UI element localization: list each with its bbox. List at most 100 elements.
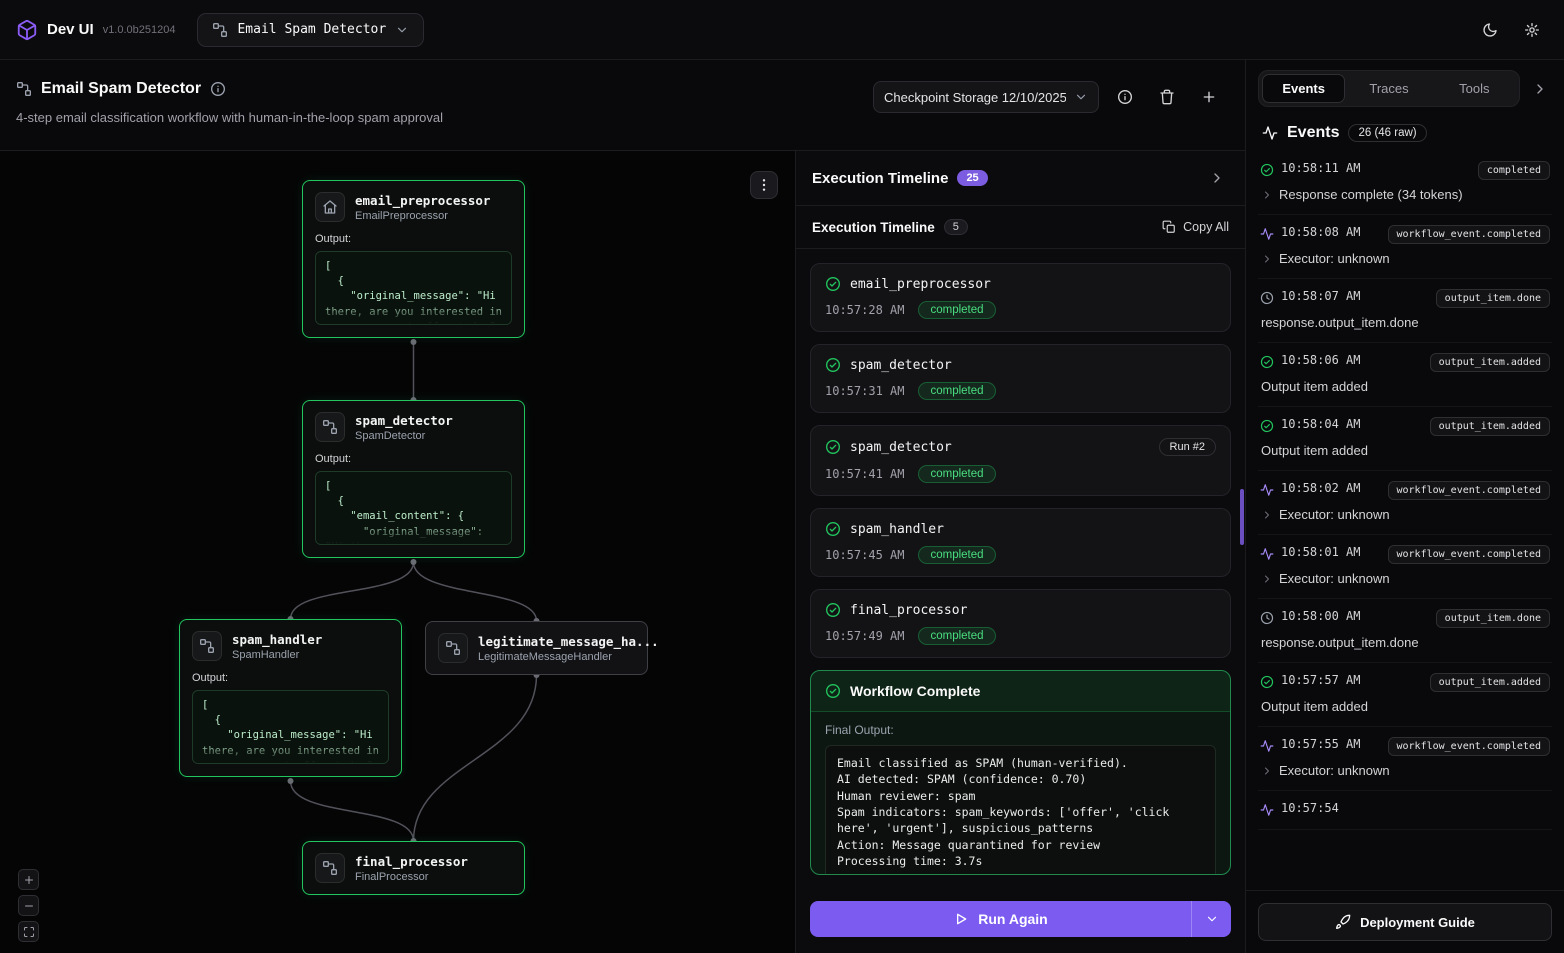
workflow-icon — [212, 22, 228, 38]
gear-icon — [1524, 22, 1540, 38]
event-item[interactable]: 10:58:00 AM output_item.done response.ou… — [1258, 599, 1552, 663]
theme-toggle-button[interactable] — [1474, 14, 1506, 46]
event-time: 10:57:57 AM — [1281, 673, 1423, 689]
top-bar: Dev UI v1.0.0b251204 Email Spam Detector — [0, 0, 1564, 60]
events-panel: Events Traces Tools Events 26 (46 raw) 1… — [1245, 60, 1564, 953]
event-item[interactable]: 10:57:57 AM output_item.added Output ite… — [1258, 663, 1552, 727]
final-output-text: Email classified as SPAM (human-verified… — [825, 745, 1216, 875]
event-item[interactable]: 10:58:06 AM output_item.added Output ite… — [1258, 343, 1552, 407]
events-list: 10:58:11 AM completed Response complete … — [1246, 151, 1564, 890]
tab-events[interactable]: Events — [1262, 74, 1345, 103]
event-time: 10:58:07 AM — [1281, 289, 1429, 305]
copy-all-button[interactable]: Copy All — [1162, 220, 1229, 234]
canvas-menu-button[interactable] — [750, 171, 778, 199]
checkpoint-info-button[interactable] — [1109, 81, 1141, 113]
timeline-visible-badge: 5 — [944, 219, 968, 235]
activity-icon — [1262, 125, 1278, 141]
check-circle-icon — [1260, 675, 1274, 689]
chevron-right-icon[interactable] — [1261, 253, 1273, 265]
node-legitimate-message-handler[interactable]: legitimate_message_ha... LegitimateMessa… — [425, 621, 648, 675]
event-type-badge: output_item.added — [1430, 353, 1550, 372]
event-description: Executor: unknown — [1279, 571, 1390, 586]
node-output-label: Output: — [315, 233, 512, 245]
node-email-preprocessor[interactable]: email_preprocessor EmailPreprocessor Out… — [302, 180, 525, 338]
node-final-processor[interactable]: final_processor FinalProcessor — [302, 841, 525, 895]
check-circle-icon — [825, 683, 841, 699]
clock-icon — [1260, 291, 1274, 305]
copy-icon — [1162, 220, 1176, 234]
timeline-item[interactable]: email_preprocessor 10:57:28 AM completed — [810, 263, 1231, 332]
timeline-item[interactable]: spam_detector Run #2 10:57:41 AM complet… — [810, 425, 1231, 496]
event-time: 10:58:08 AM — [1281, 225, 1381, 241]
check-circle-icon — [825, 439, 841, 455]
deployment-guide-button[interactable]: Deployment Guide — [1258, 903, 1552, 941]
activity-icon — [1260, 227, 1274, 241]
page-header: Email Spam Detector 4-step email classif… — [0, 60, 1245, 150]
fit-view-button[interactable] — [18, 921, 39, 942]
delete-checkpoint-button[interactable] — [1151, 81, 1183, 113]
event-type-badge: workflow_event.completed — [1388, 225, 1551, 244]
run-again-dropdown-button[interactable] — [1191, 901, 1231, 937]
check-circle-icon — [825, 357, 841, 373]
event-item[interactable]: 10:58:08 AM workflow_event.completed Exe… — [1258, 215, 1552, 279]
logo-icon — [16, 19, 38, 41]
activity-icon — [1260, 803, 1274, 817]
brand: Dev UI v1.0.0b251204 — [16, 19, 175, 41]
event-description: Output item added — [1261, 699, 1368, 714]
node-spam-detector[interactable]: spam_detector SpamDetector Output: [ { "… — [302, 400, 525, 558]
workflow-icon — [16, 81, 32, 97]
collapse-panel-button[interactable] — [1528, 77, 1552, 101]
tab-tools[interactable]: Tools — [1433, 74, 1516, 103]
workflow-selector-label: Email Spam Detector — [237, 22, 386, 37]
event-item[interactable]: 10:58:04 AM output_item.added Output ite… — [1258, 407, 1552, 471]
chevron-down-icon — [1074, 90, 1088, 104]
check-circle-icon — [825, 276, 841, 292]
chevron-right-icon[interactable] — [1261, 765, 1273, 777]
chevron-right-icon[interactable] — [1261, 509, 1273, 521]
run-number-badge: Run #2 — [1159, 438, 1216, 456]
zoom-in-button[interactable] — [18, 869, 39, 890]
timeline-subtitle: Execution Timeline — [812, 220, 935, 235]
check-circle-icon — [1260, 419, 1274, 433]
event-item[interactable]: 10:58:07 AM output_item.done response.ou… — [1258, 279, 1552, 343]
new-checkpoint-button[interactable] — [1193, 81, 1225, 113]
event-item[interactable]: 10:57:54 — [1258, 791, 1552, 830]
event-item[interactable]: 10:58:02 AM workflow_event.completed Exe… — [1258, 471, 1552, 535]
event-description: response.output_item.done — [1261, 315, 1419, 330]
event-time: 10:58:11 AM — [1281, 161, 1471, 177]
checkpoint-storage-selector[interactable]: Checkpoint Storage 12/10/2025, 10:5 — [873, 81, 1099, 113]
timeline-item[interactable]: final_processor 10:57:49 AM completed — [810, 589, 1231, 658]
event-type-badge: output_item.added — [1430, 417, 1550, 436]
run-again-button[interactable]: Run Again — [810, 901, 1191, 937]
timeline-item-name: final_processor — [850, 603, 967, 618]
check-circle-icon — [825, 521, 841, 537]
workflow-canvas[interactable]: email_preprocessor EmailPreprocessor Out… — [0, 151, 795, 953]
chevron-right-icon[interactable] — [1261, 189, 1273, 201]
zoom-out-button[interactable] — [18, 895, 39, 916]
node-icon-box — [315, 192, 345, 222]
play-icon — [953, 911, 969, 927]
workflow-icon — [445, 640, 461, 656]
workflow-selector[interactable]: Email Spam Detector — [197, 13, 424, 47]
chevron-right-icon[interactable] — [1261, 573, 1273, 585]
event-item[interactable]: 10:58:11 AM completed Response complete … — [1258, 151, 1552, 215]
chevron-right-icon — [1209, 170, 1225, 186]
settings-button[interactable] — [1516, 14, 1548, 46]
info-icon[interactable] — [210, 81, 226, 97]
node-spam-handler[interactable]: spam_handler SpamHandler Output: [ { "or… — [179, 619, 402, 777]
event-description: Executor: unknown — [1279, 251, 1390, 266]
tab-traces[interactable]: Traces — [1347, 74, 1430, 103]
workflow-icon — [199, 638, 215, 654]
timeline-scrollbar[interactable] — [1240, 489, 1244, 545]
node-type: LegitimateMessageHandler — [478, 651, 659, 663]
timeline-item-time: 10:57:45 AM — [825, 548, 904, 562]
timeline-item-time: 10:57:49 AM — [825, 629, 904, 643]
timeline-total-badge: 25 — [957, 170, 987, 186]
collapse-timeline-button[interactable] — [1205, 166, 1229, 190]
timeline-item[interactable]: spam_detector 10:57:31 AM completed — [810, 344, 1231, 413]
node-type: EmailPreprocessor — [355, 210, 490, 222]
event-item[interactable]: 10:57:55 AM workflow_event.completed Exe… — [1258, 727, 1552, 791]
timeline-item[interactable]: spam_handler 10:57:45 AM completed — [810, 508, 1231, 577]
event-item[interactable]: 10:58:01 AM workflow_event.completed Exe… — [1258, 535, 1552, 599]
trash-icon — [1159, 89, 1175, 105]
